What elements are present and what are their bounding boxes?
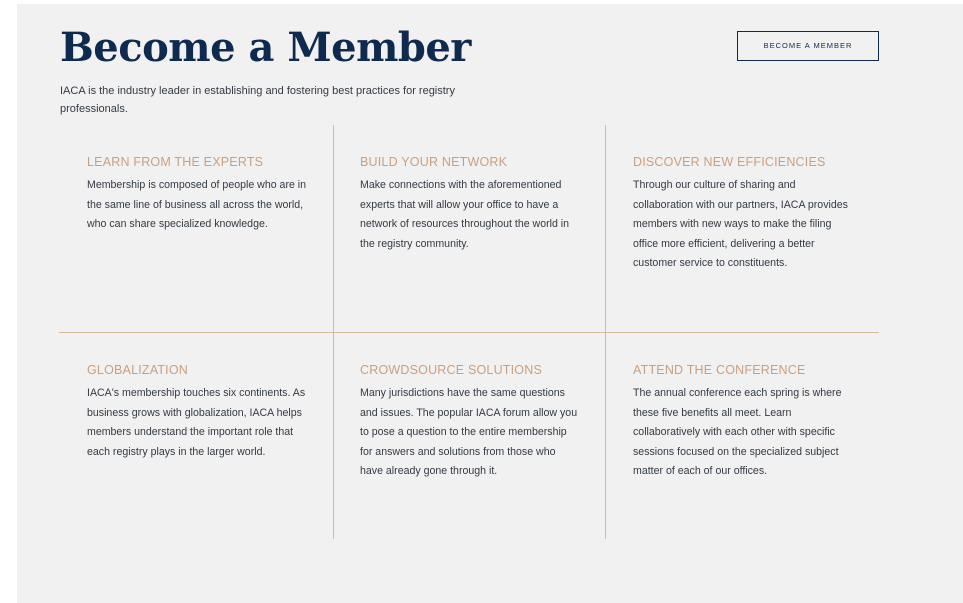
page-title: Become a Member [60, 24, 471, 71]
benefit-description: The annual conference each spring is whe… [633, 387, 842, 477]
grid-divider-horizontal [59, 332, 879, 333]
benefit-card-discover-new-efficiencies: DISCOVER NEW EFFICIENCIES Through our cu… [633, 154, 861, 274]
benefit-title: CROWDSOURCE SOLUTIONS [360, 363, 542, 377]
benefit-title: GLOBALIZATION [87, 363, 189, 377]
benefit-title: BUILD YOUR NETWORK [360, 155, 508, 169]
benefit-title: LEARN FROM THE EXPERTS [87, 155, 264, 169]
benefit-description: Many jurisdictions have the same questio… [360, 387, 578, 477]
benefit-description: Make connections with the aforementioned… [360, 179, 570, 250]
become-a-member-button[interactable]: BECOME A MEMBER [737, 31, 879, 61]
benefit-card-learn-from-the-experts: LEARN FROM THE EXPERTS Membership is com… [87, 154, 315, 235]
benefit-card-attend-the-conference: ATTEND THE CONFERENCE The annual confere… [633, 362, 861, 482]
intro-text: IACA is the industry leader in establish… [60, 85, 455, 115]
benefit-card-globalization: GLOBALIZATION IACA's membership touches … [87, 362, 315, 462]
benefit-card-build-your-network: BUILD YOUR NETWORK Make connections with… [360, 154, 588, 254]
benefit-description: Membership is composed of people who are… [87, 179, 307, 230]
benefit-description: IACA's membership touches six continents… [87, 387, 306, 458]
become-member-section: Become a Member IACA is the industry lea… [17, 4, 963, 603]
benefit-description: Through our culture of sharing and colla… [633, 179, 848, 269]
benefit-card-crowdsource-solutions: CROWDSOURCE SOLUTIONS Many jurisdictions… [360, 362, 588, 482]
benefit-title: DISCOVER NEW EFFICIENCIES [633, 155, 826, 169]
benefit-title: ATTEND THE CONFERENCE [633, 363, 806, 377]
